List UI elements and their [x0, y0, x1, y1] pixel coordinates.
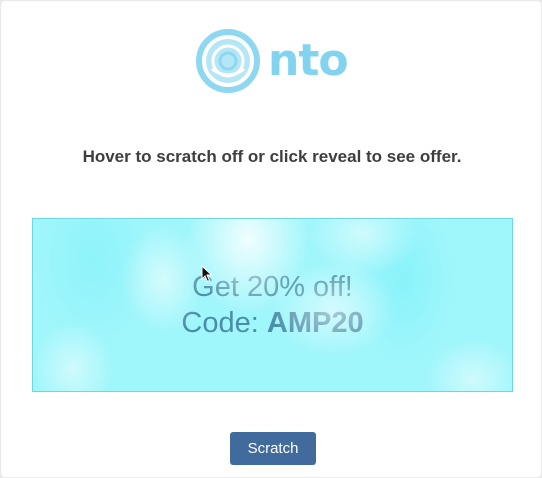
offer-headline: Get 20% off! — [192, 271, 353, 303]
offer-text: Get 20% off! Code: AMP20 — [33, 269, 512, 341]
offer-code-line: Code: AMP20 — [33, 305, 512, 341]
mouse-cursor-icon — [201, 265, 213, 283]
offer-code-value: AMP20 — [266, 307, 364, 339]
instruction-text: Hover to scratch off or click reveal to … — [82, 147, 462, 166]
logo-text: nto — [268, 35, 349, 86]
logo: nto — [196, 29, 349, 93]
scratch-card[interactable]: Get 20% off! Code: AMP20 — [32, 218, 513, 392]
scratch-button[interactable]: Scratch — [230, 432, 316, 465]
promo-panel: nto Hover to scratch off or click reveal… — [1, 1, 541, 477]
offer-code-label: Code: — [181, 307, 259, 339]
nto-logo-icon — [196, 29, 260, 93]
